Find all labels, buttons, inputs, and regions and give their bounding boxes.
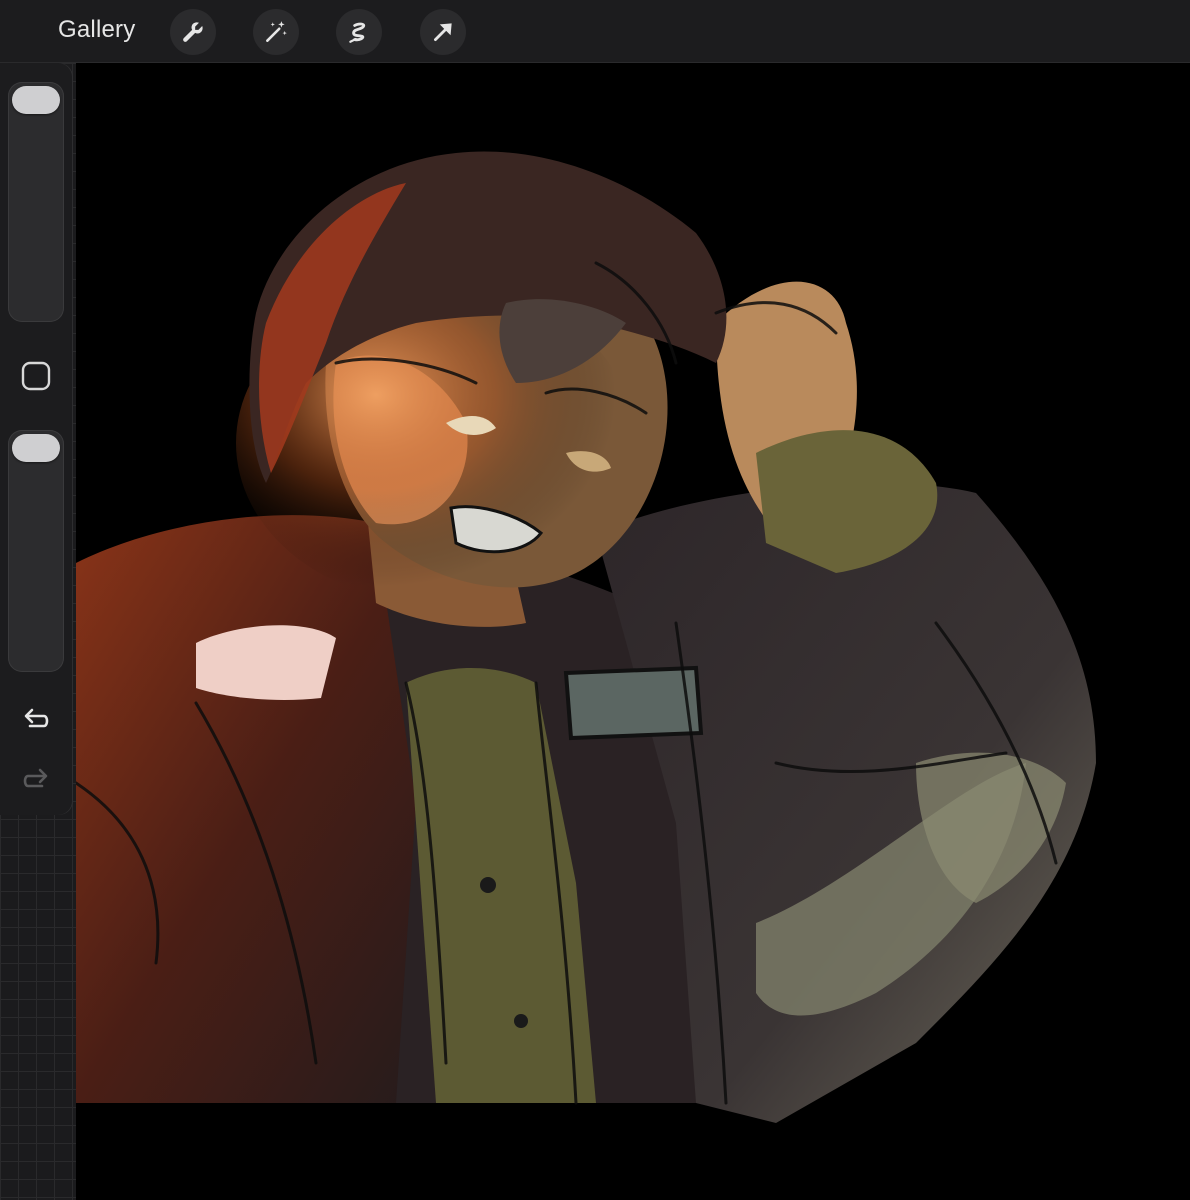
arrow-icon — [434, 23, 452, 41]
gallery-button[interactable]: Gallery — [58, 16, 135, 44]
top-toolbar: Gallery — [0, 0, 1190, 63]
procreate-app: Gallery — [0, 0, 1190, 1200]
undo-icon[interactable] — [20, 704, 52, 736]
wrench-icon — [183, 22, 203, 42]
actions-button[interactable] — [170, 9, 216, 55]
magic-wand-icon — [266, 21, 287, 42]
transform-button[interactable] — [420, 9, 466, 55]
square-icon[interactable] — [20, 360, 52, 392]
artwork — [76, 151, 1096, 1123]
redo-icon[interactable] — [20, 764, 52, 796]
selection-button[interactable] — [336, 9, 382, 55]
brush-size-slider[interactable] — [8, 82, 64, 322]
selection-icon — [349, 22, 366, 43]
brush-opacity-slider[interactable] — [8, 430, 64, 672]
brush-opacity-thumb[interactable] — [12, 434, 60, 462]
adjustments-button[interactable] — [253, 9, 299, 55]
brush-size-thumb[interactable] — [12, 86, 60, 114]
drawing-canvas[interactable] — [76, 63, 1190, 1200]
